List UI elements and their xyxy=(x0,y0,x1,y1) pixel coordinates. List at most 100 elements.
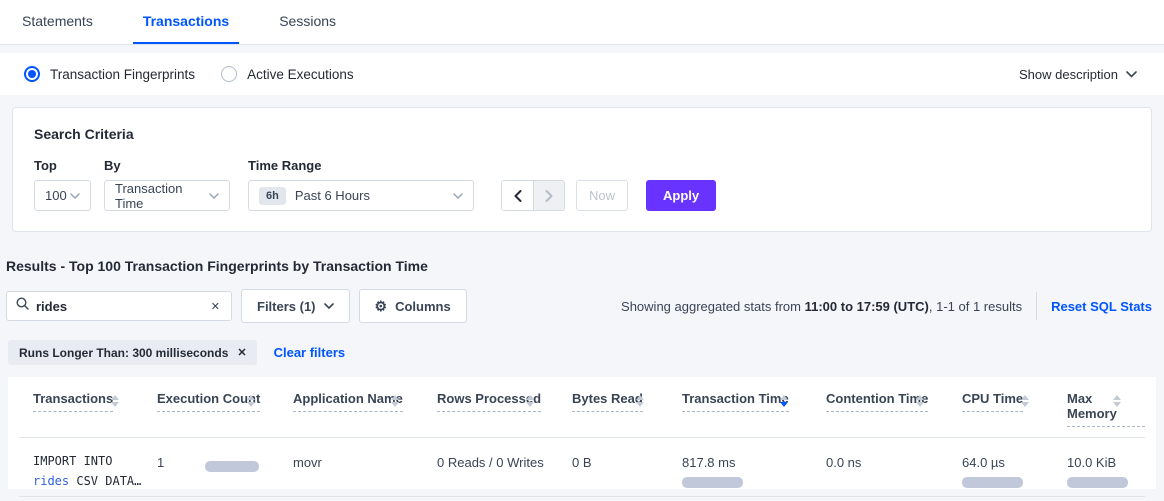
show-description-toggle[interactable]: Show description xyxy=(1019,67,1137,82)
by-select[interactable]: Transaction Time xyxy=(104,180,230,211)
radio-transaction-fingerprints[interactable]: Transaction Fingerprints xyxy=(24,66,195,82)
apply-button[interactable]: Apply xyxy=(646,180,716,211)
max-memory-value: 10.0 KiB xyxy=(1067,455,1145,470)
cpu-time-bar xyxy=(962,477,1023,488)
transaction-statement-link[interactable]: IMPORT INTO rides CSV DATA… xyxy=(33,451,143,491)
search-criteria-card: Search Criteria Top 100 By Transaction T… xyxy=(12,107,1152,232)
tab-sessions[interactable]: Sessions xyxy=(269,0,346,44)
now-button[interactable]: Now xyxy=(576,180,628,211)
chevron-down-icon xyxy=(209,193,219,199)
chevron-down-icon xyxy=(324,303,334,309)
radio-active-executions[interactable]: Active Executions xyxy=(221,66,354,82)
bytes-read-value: 0 B xyxy=(572,455,592,470)
cell-transaction-fingerprint: IMPORT INTO rides CSV DATA… xyxy=(19,438,143,497)
clear-search-icon[interactable]: ✕ xyxy=(209,298,222,315)
sort-icon[interactable] xyxy=(247,395,255,407)
time-range-dropdown[interactable]: 6h Past 6 Hours xyxy=(248,180,474,211)
contention-time-value: 0.0 ns xyxy=(826,455,861,470)
radio-label: Active Executions xyxy=(247,67,354,82)
tab-label: Statements xyxy=(22,13,93,29)
transaction-time-bar xyxy=(682,477,743,488)
now-button-label: Now xyxy=(589,188,615,203)
filter-chip-label: Runs Longer Than: 300 milliseconds xyxy=(19,346,228,360)
column-header-transaction-time[interactable]: Transaction Time xyxy=(668,377,812,438)
transaction-time-value: 817.8 ms xyxy=(682,455,812,470)
cell-cpu-time: 64.0 µs xyxy=(948,438,1053,497)
sort-icon[interactable] xyxy=(391,395,399,407)
cpu-time-value: 64.0 µs xyxy=(962,455,1053,470)
time-range-label: Time Range xyxy=(248,158,474,173)
cell-max-memory: 10.0 KiB xyxy=(1053,438,1145,497)
chevron-down-icon xyxy=(70,193,80,199)
column-header-transactions[interactable]: Transactions xyxy=(19,377,143,438)
results-heading: Results - Top 100 Transaction Fingerprin… xyxy=(6,258,1152,274)
cell-rows-processed: 0 Reads / 0 Writes xyxy=(423,438,558,497)
sort-icon[interactable] xyxy=(636,395,644,407)
sort-icon[interactable] xyxy=(1021,395,1029,407)
clear-filters-link[interactable]: Clear filters xyxy=(274,345,346,360)
time-window-nav xyxy=(501,180,565,211)
radio-label: Transaction Fingerprints xyxy=(50,67,195,82)
apply-button-label: Apply xyxy=(663,188,699,203)
by-field: By Transaction Time xyxy=(104,158,230,211)
stats-time-range: 11:00 to 17:59 (UTC) xyxy=(805,299,929,314)
aggregated-stats-text: Showing aggregated stats from 11:00 to 1… xyxy=(621,299,1022,314)
results-toolbar: ✕ Filters (1) ⚙ Columns Showing aggregat… xyxy=(6,289,1152,323)
radio-selected-icon xyxy=(24,66,40,82)
search-criteria-title: Search Criteria xyxy=(34,126,1131,142)
application-name-value: movr xyxy=(293,455,322,470)
table-row: IMPORT INTO rides CSV DATA… 1 movr 0 Rea… xyxy=(19,438,1145,497)
columns-button-label: Columns xyxy=(395,299,451,314)
show-description-label: Show description xyxy=(1019,67,1118,82)
top-label: Top xyxy=(34,158,91,173)
sort-icon[interactable] xyxy=(111,395,119,407)
time-range-badge: 6h xyxy=(259,187,286,205)
column-header-cpu-time[interactable]: CPU Time xyxy=(948,377,1053,438)
divider xyxy=(1036,292,1037,320)
search-box[interactable]: ✕ xyxy=(6,291,232,321)
filter-chip: Runs Longer Than: 300 milliseconds ✕ xyxy=(8,340,257,365)
by-label: By xyxy=(104,158,230,173)
time-range-value: Past 6 Hours xyxy=(295,188,370,203)
top-field: Top 100 xyxy=(34,158,91,211)
rows-processed-value: 0 Reads / 0 Writes xyxy=(437,455,544,470)
search-icon xyxy=(16,297,29,315)
chevron-down-icon xyxy=(1126,71,1137,78)
cell-transaction-time: 817.8 ms xyxy=(668,438,812,497)
columns-button[interactable]: ⚙ Columns xyxy=(359,289,467,323)
by-select-value: Transaction Time xyxy=(115,181,209,211)
max-memory-bar xyxy=(1067,477,1128,488)
remove-filter-icon[interactable]: ✕ xyxy=(237,346,246,359)
sort-icon[interactable] xyxy=(1113,395,1121,407)
cell-execution-count: 1 xyxy=(143,438,279,497)
applied-filters-row: Runs Longer Than: 300 milliseconds ✕ Cle… xyxy=(8,340,1152,365)
transactions-table: Transactions Execution Count Application… xyxy=(8,377,1156,489)
cell-bytes-read: 0 B xyxy=(558,438,668,497)
column-header-bytes-read[interactable]: Bytes Read xyxy=(558,377,668,438)
reset-sql-stats-link[interactable]: Reset SQL Stats xyxy=(1051,299,1152,314)
search-input[interactable] xyxy=(36,299,209,314)
tab-statements[interactable]: Statements xyxy=(12,0,103,44)
tab-label: Transactions xyxy=(143,13,229,29)
next-time-window-button[interactable] xyxy=(533,181,564,210)
execution-count-value: 1 xyxy=(157,455,164,470)
previous-time-window-button[interactable] xyxy=(502,181,533,210)
column-header-contention-time[interactable]: Contention Time xyxy=(812,377,948,438)
view-toggle-band: Transaction Fingerprints Active Executio… xyxy=(0,53,1164,95)
tab-transactions[interactable]: Transactions xyxy=(133,0,239,44)
column-header-rows-processed[interactable]: Rows Processed xyxy=(423,377,558,438)
tab-label: Sessions xyxy=(279,13,336,29)
gear-icon: ⚙ xyxy=(375,299,388,313)
sql-activity-tabbar: Statements Transactions Sessions xyxy=(0,0,1164,45)
time-range-field: Time Range 6h Past 6 Hours xyxy=(248,158,474,211)
top-select[interactable]: 100 xyxy=(34,180,91,211)
column-header-application-name[interactable]: Application Name xyxy=(279,377,423,438)
filters-button[interactable]: Filters (1) xyxy=(241,289,350,323)
sort-icon[interactable] xyxy=(526,395,534,407)
table-header-row: Transactions Execution Count Application… xyxy=(19,377,1145,438)
cell-contention-time: 0.0 ns xyxy=(812,438,948,497)
sort-icon-descending[interactable] xyxy=(780,395,788,407)
sort-icon[interactable] xyxy=(916,395,924,407)
column-header-max-memory[interactable]: Max Memory xyxy=(1053,377,1145,438)
column-header-execution-count[interactable]: Execution Count xyxy=(143,377,279,438)
